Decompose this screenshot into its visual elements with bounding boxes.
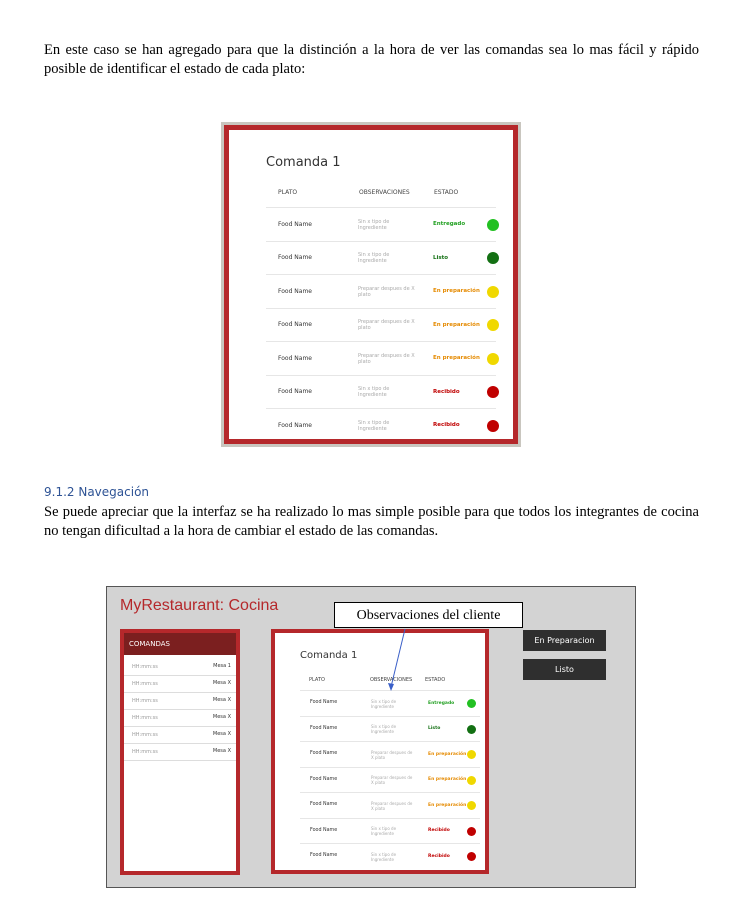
status-dot[interactable] (487, 419, 499, 432)
status-dot[interactable] (487, 218, 499, 231)
observation-text: Sin x tipo de Ingrediente (358, 252, 390, 265)
food-name: Food Name (278, 220, 312, 228)
section-heading: 9.1.2 Navegación (44, 485, 150, 499)
comanda-figure: Comanda 1 PLATO OBSERVACIONES ESTADO Foo… (221, 122, 521, 447)
observation-text: Preparar despues de X plato (358, 285, 415, 298)
observation-text: Preparar despues de X plato (358, 352, 415, 365)
status-label: Listo (433, 254, 449, 261)
table-row: Food Name Preparar despues de X plato En p… (266, 307, 499, 343)
status-dot[interactable] (487, 386, 499, 399)
table-row: Food Name Preparar despues de X plato En p… (266, 274, 499, 309)
status-label: Recibido (433, 422, 460, 428)
table-row: Food Name Sin x tipo de Ingrediente Recibi… (266, 408, 499, 443)
status-label: En preparación (433, 321, 480, 328)
header-observaciones: OBSERVACIONES (359, 189, 410, 196)
food-name: Food Name (278, 254, 312, 262)
food-name: Food Name (278, 321, 312, 329)
observation-text: Sin x tipo de Ingrediente (358, 386, 390, 399)
status-dot[interactable] (487, 285, 499, 298)
status-label: Entregado (433, 221, 466, 227)
comanda-panel: Comanda 1 PLATO OBSERVACIONES ESTADO Foo… (224, 125, 518, 444)
header-estado: ESTADO (434, 189, 459, 196)
status-label: En preparación (433, 355, 480, 361)
observation-text: Preparar despues de X plato (358, 319, 415, 332)
status-dot[interactable] (487, 319, 499, 332)
app-screenshot: MyRestaurant: Cocina Observaciones del c… (106, 586, 636, 888)
table-row: Food Name Sin x tipo de Ingrediente Entreg… (266, 207, 499, 242)
intro-paragraph: En este caso se han agregado para que la… (44, 42, 699, 77)
comanda-title: Comanda 1 (266, 155, 341, 170)
status-dot[interactable] (487, 252, 499, 265)
table-row: Food Name Sin x tipo de Ingrediente Recibi… (266, 374, 499, 410)
table-row: Food Name Sin x tipo de Ingrediente Listo (266, 240, 499, 276)
callout-arrow (388, 628, 406, 691)
navigation-paragraph: Se puede apreciar que la interfaz se ha … (44, 504, 699, 539)
observation-text: Sin x tipo de Ingrediente (358, 218, 390, 231)
header-plato: PLATO (278, 189, 298, 196)
status-label: En preparación (433, 288, 480, 294)
status-dot[interactable] (487, 352, 499, 365)
food-name: Food Name (278, 354, 312, 362)
food-name: Food Name (278, 421, 312, 429)
table-row: Food Name Preparar despues de X plato En p… (266, 341, 499, 376)
food-name: Food Name (278, 287, 312, 295)
status-label: Recibido (433, 388, 460, 395)
observation-text: Sin x tipo de Ingrediente (358, 419, 390, 432)
food-name: Food Name (278, 388, 312, 396)
